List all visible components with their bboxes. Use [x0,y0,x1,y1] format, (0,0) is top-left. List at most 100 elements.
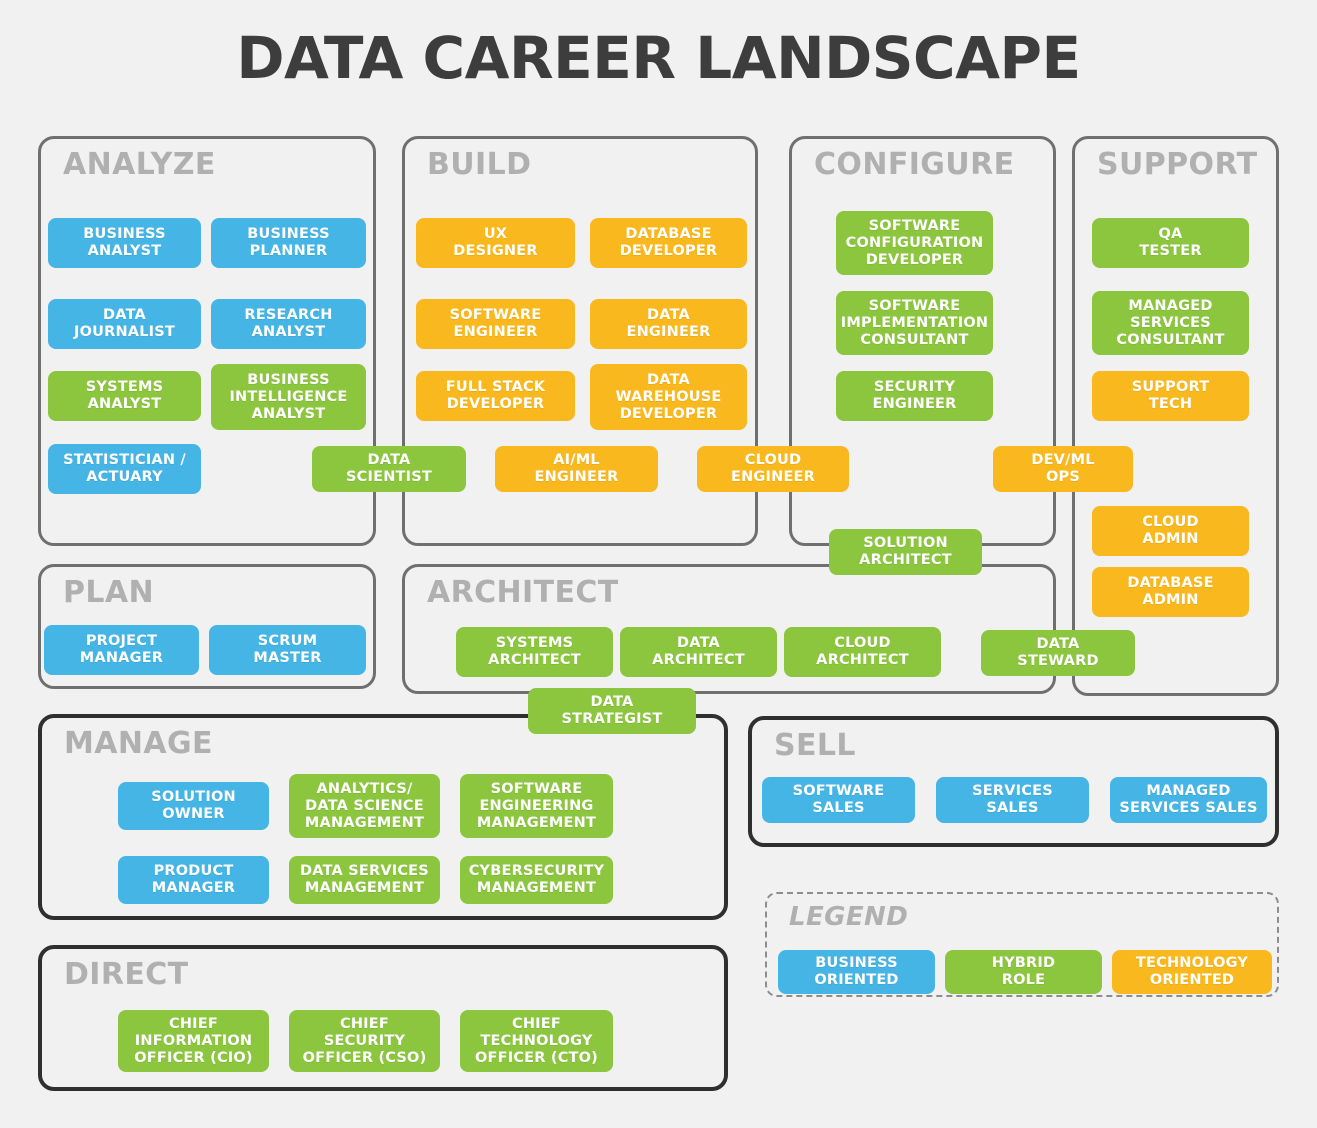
role-label: BUSINESS PLANNER [247,226,330,259]
role-label: PROJECT MANAGER [79,633,164,666]
role-label: BUSINESS ANALYST [83,226,166,259]
role-chip-data-architect[interactable]: DATA ARCHITECT [620,627,777,677]
role-label: MANAGED SERVICES CONSULTANT [1116,297,1225,348]
role-chip-product-manager[interactable]: PRODUCT MANAGER [118,856,269,904]
legend-chip-business-oriented: BUSINESS ORIENTED [778,950,935,994]
role-label: CLOUD ARCHITECT [816,635,909,668]
role-chip-ai-ml-engineer[interactable]: AI/ML ENGINEER [495,446,658,492]
group-label-legend: LEGEND [789,902,909,932]
role-chip-scrum-master[interactable]: SCRUM MASTER [209,625,366,675]
role-label: SCRUM MASTER [253,633,322,666]
legend-label: TECHNOLOGY ORIENTED [1135,955,1249,988]
role-chip-statistician-actuary[interactable]: STATISTICIAN / ACTUARY [48,444,201,494]
role-chip-dev-ml-ops[interactable]: DEV/ML OPS [993,446,1133,492]
role-chip-software-implementation-consultant[interactable]: SOFTWARE IMPLEMENTATION CONSULTANT [836,291,993,355]
role-chip-cloud-admin[interactable]: CLOUD ADMIN [1092,506,1249,556]
role-label: SYSTEMS ANALYST [85,379,164,412]
role-chip-software-engineer[interactable]: SOFTWARE ENGINEER [416,299,575,349]
role-chip-chief-technology-officer[interactable]: CHIEF TECHNOLOGY OFFICER (CTO) [460,1010,613,1072]
role-label: DATA SERVICES MANAGEMENT [300,863,429,896]
role-chip-data-services-management[interactable]: DATA SERVICES MANAGEMENT [289,856,440,904]
role-chip-data-strategist[interactable]: DATA STRATEGIST [528,688,696,734]
role-chip-cloud-architect[interactable]: CLOUD ARCHITECT [784,627,941,677]
role-label: DATA SCIENTIST [346,452,432,485]
role-label: SECURITY ENGINEER [872,379,957,412]
role-chip-solution-owner[interactable]: SOLUTION OWNER [118,782,269,830]
role-chip-chief-information-officer[interactable]: CHIEF INFORMATION OFFICER (CIO) [118,1010,269,1072]
role-label: SOFTWARE CONFIGURATION DEVELOPER [845,217,984,268]
role-chip-managed-services-sales[interactable]: MANAGED SERVICES SALES [1110,777,1267,823]
legend-label: HYBRID ROLE [991,955,1056,988]
role-label: DATA JOURNALIST [74,307,175,340]
role-label: SOLUTION ARCHITECT [859,535,952,568]
diagram-canvas: DATA CAREER LANDSCAPE ANALYZE BUSINESS AN… [0,0,1317,1128]
role-chip-systems-analyst[interactable]: SYSTEMS ANALYST [48,371,201,421]
role-label: CHIEF INFORMATION OFFICER (CIO) [134,1015,253,1066]
group-label-support: SUPPORT [1097,147,1258,182]
role-chip-cybersecurity-management[interactable]: CYBERSECURITY MANAGEMENT [460,856,613,904]
role-chip-software-configuration-developer[interactable]: SOFTWARE CONFIGURATION DEVELOPER [836,211,993,275]
role-chip-systems-architect[interactable]: SYSTEMS ARCHITECT [456,627,613,677]
role-chip-data-journalist[interactable]: DATA JOURNALIST [48,299,201,349]
role-chip-full-stack-developer[interactable]: FULL STACK DEVELOPER [416,371,575,421]
group-label-manage: MANAGE [64,726,213,761]
role-chip-database-admin[interactable]: DATABASE ADMIN [1092,567,1249,617]
role-label: DATA STEWARD [1017,636,1099,669]
role-label: QA TESTER [1139,226,1202,259]
group-label-configure: CONFIGURE [814,147,1015,182]
role-label: SOFTWARE ENGINEERING MANAGEMENT [476,780,597,831]
role-chip-project-manager[interactable]: PROJECT MANAGER [44,625,199,675]
role-chip-database-developer[interactable]: DATABASE DEVELOPER [590,218,747,268]
role-chip-chief-security-officer[interactable]: CHIEF SECURITY OFFICER (CSO) [289,1010,440,1072]
group-label-plan: PLAN [63,575,155,610]
role-label: STATISTICIAN / ACTUARY [63,452,186,485]
role-chip-qa-tester[interactable]: QA TESTER [1092,218,1249,268]
role-chip-support-tech[interactable]: SUPPORT TECH [1092,371,1249,421]
role-chip-business-planner[interactable]: BUSINESS PLANNER [211,218,366,268]
role-label: CLOUD ADMIN [1142,514,1199,547]
group-label-direct: DIRECT [64,957,189,992]
group-label-architect: ARCHITECT [427,575,619,610]
role-label: AI/ML ENGINEER [534,452,619,485]
role-chip-business-intelligence-analyst[interactable]: BUSINESS INTELLIGENCE ANALYST [211,364,366,430]
group-label-build: BUILD [427,147,532,182]
role-label: DATABASE DEVELOPER [619,226,718,259]
legend-label: BUSINESS ORIENTED [814,955,899,988]
role-label: CYBERSECURITY MANAGEMENT [468,863,605,896]
role-label: DATA WAREHOUSE DEVELOPER [615,371,722,422]
role-chip-cloud-engineer[interactable]: CLOUD ENGINEER [697,446,849,492]
role-chip-data-engineer[interactable]: DATA ENGINEER [590,299,747,349]
role-chip-research-analyst[interactable]: RESEARCH ANALYST [211,299,366,349]
role-label: SOFTWARE IMPLEMENTATION CONSULTANT [840,297,989,348]
role-chip-data-scientist[interactable]: DATA SCIENTIST [312,446,466,492]
role-label: RESEARCH ANALYST [244,307,333,340]
page-title: DATA CAREER LANDSCAPE [236,24,1081,92]
role-label: BUSINESS INTELLIGENCE ANALYST [229,371,348,422]
role-label: DATA ARCHITECT [652,635,745,668]
role-chip-security-engineer[interactable]: SECURITY ENGINEER [836,371,993,421]
role-chip-services-sales[interactable]: SERVICES SALES [936,777,1089,823]
role-label: DATA STRATEGIST [561,694,663,727]
role-label: CHIEF TECHNOLOGY OFFICER (CTO) [474,1015,598,1066]
group-label-sell: SELL [774,728,856,763]
role-label: SYSTEMS ARCHITECT [488,635,581,668]
role-chip-data-warehouse-developer[interactable]: DATA WAREHOUSE DEVELOPER [590,364,747,430]
role-label: DATA ENGINEER [626,307,711,340]
role-label: PRODUCT MANAGER [151,863,236,896]
role-label: SOLUTION OWNER [151,789,236,822]
role-chip-data-steward[interactable]: DATA STEWARD [981,630,1135,676]
role-chip-software-engineering-management[interactable]: SOFTWARE ENGINEERING MANAGEMENT [460,774,613,838]
role-label: SOFTWARE SALES [792,783,885,816]
role-chip-business-analyst[interactable]: BUSINESS ANALYST [48,218,201,268]
role-chip-software-sales[interactable]: SOFTWARE SALES [762,777,915,823]
group-label-analyze: ANALYZE [63,147,216,182]
legend-chip-technology-oriented: TECHNOLOGY ORIENTED [1112,950,1272,994]
role-chip-analytics-data-science-management[interactable]: ANALYTICS/DATA SCIENCE MANAGEMENT [289,774,440,838]
role-label: DATABASE ADMIN [1127,575,1214,608]
legend-chip-hybrid-role: HYBRID ROLE [945,950,1102,994]
role-chip-solution-architect[interactable]: SOLUTION ARCHITECT [829,529,982,575]
role-chip-managed-services-consultant[interactable]: MANAGED SERVICES CONSULTANT [1092,291,1249,355]
role-label: FULL STACK DEVELOPER [445,379,546,412]
role-chip-ux-designer[interactable]: UX DESIGNER [416,218,575,268]
role-label: SERVICES SALES [972,783,1053,816]
